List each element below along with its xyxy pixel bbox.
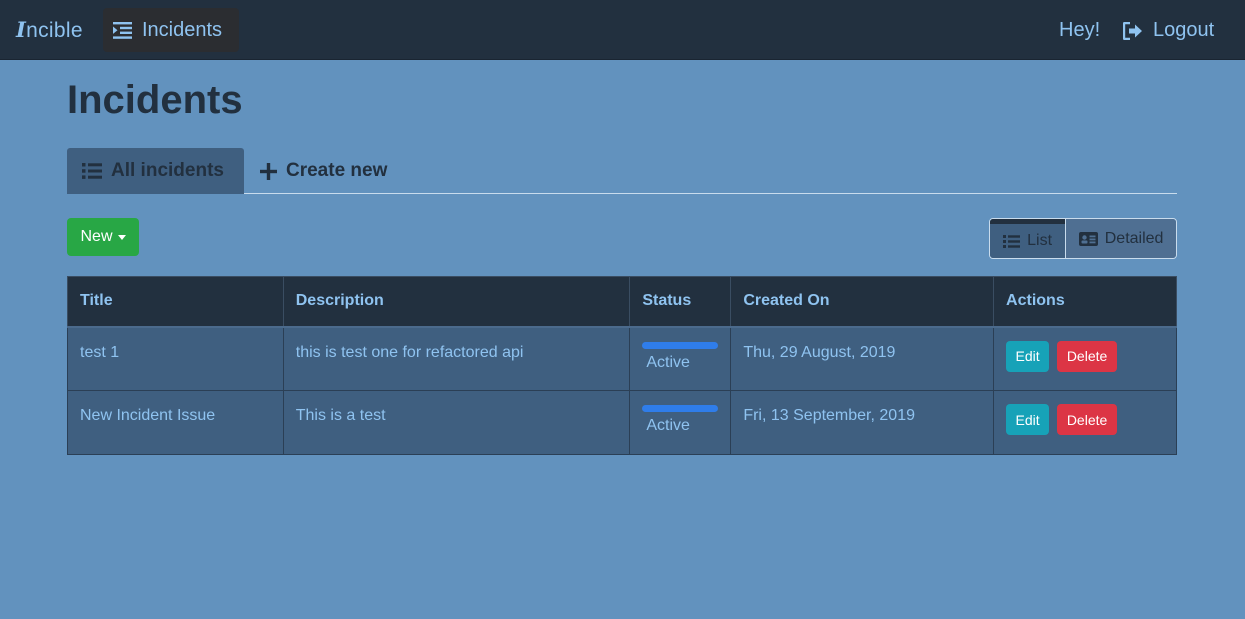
plus-icon: [260, 162, 277, 180]
brand-text: ncible: [26, 19, 83, 42]
status-text: Active: [646, 353, 690, 371]
nav-incidents-label: Incidents: [142, 18, 223, 41]
tab-create-new[interactable]: Create new: [260, 148, 387, 194]
list-icon: [82, 163, 102, 179]
edit-button[interactable]: Edit: [1006, 404, 1050, 435]
cell-title[interactable]: New Incident Issue: [67, 390, 284, 455]
cell-title[interactable]: test 1: [67, 326, 284, 391]
new-button-label: New: [80, 228, 113, 245]
cell-actions: Edit Delete: [993, 326, 1177, 391]
column-header-title[interactable]: Title: [67, 276, 284, 328]
view-toggle-group: List Detailed: [989, 218, 1177, 259]
list-icon: [1003, 234, 1021, 248]
cell-created-on: Fri, 13 September, 2019: [730, 390, 995, 455]
column-header-actions: Actions: [993, 276, 1177, 328]
view-detailed-label: Detailed: [1104, 229, 1164, 247]
edit-button[interactable]: Edit: [1006, 340, 1050, 372]
delete-button[interactable]: Delete: [1057, 340, 1118, 372]
table-row[interactable]: New Incident Issue This is a test Active…: [67, 390, 1177, 455]
caret-down-icon: [117, 234, 126, 240]
table-header-row: Title Description Status Created On Acti…: [67, 276, 1177, 328]
cell-status: Active: [629, 390, 732, 455]
column-header-created-on[interactable]: Created On: [730, 276, 995, 328]
tab-all-incidents[interactable]: All incidents: [67, 148, 244, 194]
id-card-icon: [1078, 231, 1098, 246]
tab-create-new-label: Create new: [286, 160, 388, 181]
status-text: Active: [646, 417, 690, 434]
view-detailed-button[interactable]: Detailed: [1065, 219, 1176, 258]
page-title: Incidents: [67, 78, 243, 122]
status-progress-bar: [642, 341, 719, 349]
view-list-button[interactable]: List: [990, 219, 1066, 258]
cell-description: This is a test: [282, 390, 631, 455]
cell-status: Active: [629, 326, 732, 391]
greeting-text: Hey!: [1059, 19, 1101, 41]
cell-description: this is test one for refactored api: [282, 326, 631, 391]
new-dropdown-button[interactable]: New: [67, 218, 139, 256]
logout-link[interactable]: Logout: [1123, 19, 1214, 42]
logout-label: Logout: [1153, 19, 1215, 41]
column-header-status[interactable]: Status: [629, 276, 732, 328]
top-navbar: Incible Incidents Hey! Logout: [0, 0, 1245, 60]
delete-button[interactable]: Delete: [1057, 404, 1118, 435]
view-list-label: List: [1027, 232, 1053, 249]
incident-tabs: All incidents Create new: [67, 148, 1177, 194]
brand-letter: I: [16, 17, 27, 42]
nav-incidents-link[interactable]: Incidents: [103, 8, 239, 52]
indent-list-icon: [113, 21, 132, 39]
logout-icon: [1123, 21, 1142, 40]
cell-actions: Edit Delete: [993, 390, 1177, 455]
table-row[interactable]: test 1 this is test one for refactored a…: [67, 326, 1177, 391]
tab-all-incidents-label: All incidents: [111, 160, 224, 181]
cell-created-on: Thu, 29 August, 2019: [730, 326, 995, 391]
incidents-table: Title Description Status Created On Acti…: [67, 276, 1177, 455]
column-header-description[interactable]: Description: [282, 276, 631, 328]
status-progress-bar: [642, 405, 719, 412]
brand-logo[interactable]: Incible: [16, 17, 83, 43]
